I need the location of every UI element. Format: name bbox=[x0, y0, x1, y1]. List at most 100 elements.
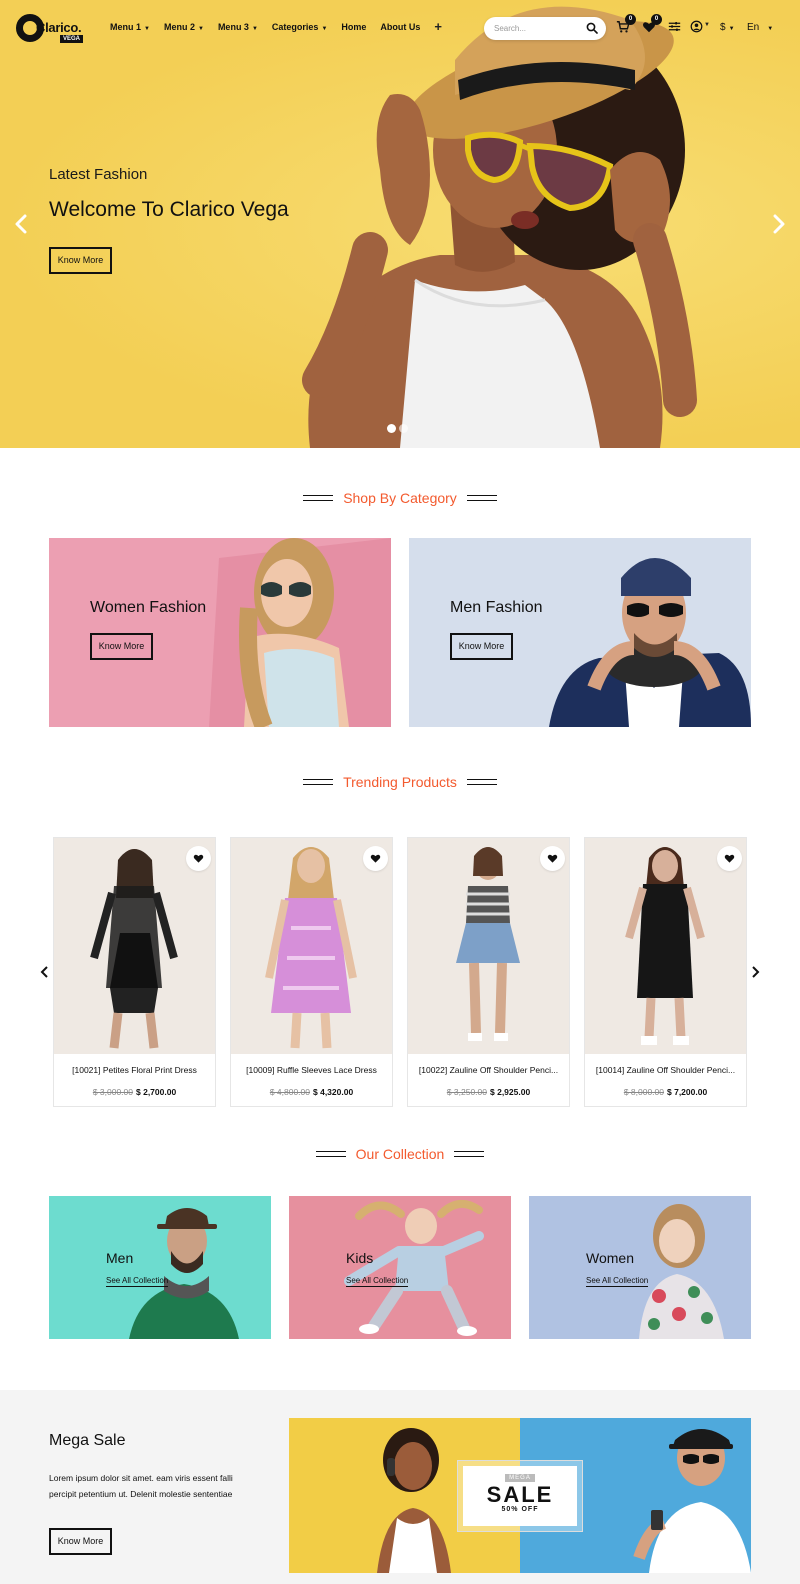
nav-menu-2[interactable]: Menu 2 ▼ bbox=[164, 22, 204, 32]
sale-price: $ 4,320.00 bbox=[313, 1087, 354, 1097]
collection-card-kids[interactable]: Kids See All Collection bbox=[289, 1196, 511, 1339]
sale-badge-inner: MEGA SALE 50% OFF bbox=[463, 1466, 577, 1526]
chevron-down-icon: ▼ bbox=[704, 22, 710, 28]
search-icon[interactable] bbox=[586, 22, 598, 34]
product-image[interactable] bbox=[408, 838, 569, 1054]
hero-prev-arrow-icon[interactable] bbox=[14, 214, 28, 234]
search-input[interactable] bbox=[494, 21, 582, 36]
category-women-label: Women Fashion bbox=[90, 599, 207, 616]
product-card[interactable]: [10014] Zauline Off Shoulder Penci... $ … bbox=[584, 837, 747, 1107]
products-next-arrow-icon[interactable] bbox=[750, 965, 760, 979]
nav-menu-1-label: Menu 1 bbox=[110, 22, 142, 32]
wishlist-button[interactable] bbox=[717, 846, 742, 871]
nav-plus-icon[interactable]: + bbox=[434, 20, 442, 33]
product-price: $ 8,000.00 $ 7,200.00 bbox=[585, 1087, 746, 1097]
product-image[interactable] bbox=[54, 838, 215, 1054]
our-collection-title: Our Collection bbox=[355, 1146, 445, 1162]
brand-logo[interactable]: Clarico. VEGA bbox=[16, 13, 86, 45]
chevron-down-icon: ▼ bbox=[197, 26, 204, 32]
product-image[interactable] bbox=[585, 838, 746, 1054]
old-price: $ 3,250.00 bbox=[446, 1087, 487, 1097]
hero-model-image bbox=[302, 6, 697, 448]
hero-subtitle: Latest Fashion bbox=[49, 166, 148, 183]
our-collection-heading: Our Collection bbox=[0, 1146, 800, 1162]
product-card[interactable]: [10009] Ruffle Sleeves Lace Dress $ 4,80… bbox=[230, 837, 393, 1107]
women-know-more-button[interactable]: Know More bbox=[90, 633, 153, 660]
logo-text: Clarico. bbox=[36, 20, 82, 35]
mega-sale-know-more-button[interactable]: Know More bbox=[49, 1528, 112, 1555]
collection-women-link[interactable]: See All Collection bbox=[586, 1276, 649, 1287]
product-name[interactable]: [10022] Zauline Off Shoulder Penci... bbox=[408, 1065, 569, 1075]
nav-menu-3[interactable]: Menu 3 ▼ bbox=[218, 22, 258, 32]
wishlist-button[interactable]: 0 bbox=[642, 14, 662, 36]
sale-tag: MEGA bbox=[505, 1474, 535, 1482]
decor-lines bbox=[315, 1151, 346, 1158]
hero-know-more-button[interactable]: Know More bbox=[49, 247, 112, 274]
currency-value: $ bbox=[720, 22, 726, 33]
product-card[interactable]: [10022] Zauline Off Shoulder Penci... $ … bbox=[407, 837, 570, 1107]
cart-button[interactable]: 0 bbox=[616, 14, 636, 36]
chevron-down-icon: ▼ bbox=[767, 26, 774, 32]
sliders-icon bbox=[668, 22, 681, 31]
hero-dot-1[interactable] bbox=[387, 424, 396, 433]
sale-price: $ 7,200.00 bbox=[667, 1087, 708, 1097]
collection-card-men[interactable]: Men See All Collection bbox=[49, 1196, 271, 1339]
product-name[interactable]: [10009] Ruffle Sleeves Lace Dress bbox=[231, 1065, 392, 1075]
currency-selector[interactable]: $ ▼ bbox=[720, 22, 735, 33]
language-value: En bbox=[747, 22, 760, 33]
product-card[interactable]: [10021] Petites Floral Print Dress $ 3,0… bbox=[53, 837, 216, 1107]
collection-kids-link[interactable]: See All Collection bbox=[346, 1276, 409, 1287]
product-price: $ 3,000.00 $ 2,700.00 bbox=[54, 1087, 215, 1097]
sale-discount: 50% OFF bbox=[501, 1506, 539, 1513]
nav-menu-3-label: Menu 3 bbox=[217, 22, 249, 32]
nav-home[interactable]: Home bbox=[341, 22, 366, 32]
product-model-image bbox=[231, 838, 392, 1054]
decor-lines bbox=[466, 779, 497, 786]
product-image[interactable] bbox=[231, 838, 392, 1054]
user-circle-icon bbox=[690, 20, 703, 33]
decor-lines bbox=[466, 495, 497, 502]
nav-menu-1[interactable]: Menu 1 ▼ bbox=[110, 22, 150, 32]
search-box bbox=[484, 17, 606, 40]
wishlist-button[interactable] bbox=[540, 846, 565, 871]
trending-products-title: Trending Products bbox=[343, 774, 457, 790]
chevron-down-icon: ▼ bbox=[144, 26, 150, 32]
chevron-down-icon: ▼ bbox=[251, 26, 258, 32]
old-price: $ 8,000.00 bbox=[623, 1087, 664, 1097]
sale-word: SALE bbox=[486, 1482, 554, 1507]
product-model-image bbox=[408, 838, 569, 1054]
hero-dot-2[interactable] bbox=[399, 424, 408, 433]
wishlist-button[interactable] bbox=[186, 846, 211, 871]
hero-slide-dots bbox=[387, 424, 408, 433]
collection-men-image bbox=[49, 1196, 271, 1339]
account-button[interactable]: ▼ bbox=[690, 20, 714, 36]
category-card-men[interactable]: Men Fashion Know More bbox=[409, 538, 751, 727]
collection-women-image bbox=[529, 1196, 751, 1339]
collection-card-women[interactable]: Women See All Collection bbox=[529, 1196, 751, 1339]
wishlist-count-badge: 0 bbox=[651, 14, 662, 25]
nav-categories[interactable]: Categories ▼ bbox=[272, 22, 327, 32]
sale-price: $ 2,700.00 bbox=[136, 1087, 177, 1097]
category-card-women[interactable]: Women Fashion Know More bbox=[49, 538, 391, 727]
heart-icon bbox=[547, 854, 558, 863]
product-name[interactable]: [10014] Zauline Off Shoulder Penci... bbox=[585, 1065, 746, 1075]
language-selector[interactable]: En ▼ bbox=[747, 22, 773, 33]
products-prev-arrow-icon[interactable] bbox=[40, 965, 50, 979]
collection-men-label: Men bbox=[106, 1250, 134, 1266]
hero-next-arrow-icon[interactable] bbox=[772, 214, 786, 234]
men-know-more-button[interactable]: Know More bbox=[450, 633, 513, 660]
logo-tag: VEGA bbox=[60, 35, 84, 43]
product-model-image bbox=[585, 838, 746, 1054]
collection-kids-image bbox=[289, 1196, 511, 1339]
cart-count-badge: 0 bbox=[625, 14, 636, 25]
nav-categories-label: Categories bbox=[271, 22, 319, 32]
hero-title: Welcome To Clarico Vega bbox=[49, 198, 289, 221]
wishlist-button[interactable] bbox=[363, 846, 388, 871]
compare-button[interactable] bbox=[668, 20, 684, 36]
old-price: $ 4,800.00 bbox=[269, 1087, 310, 1097]
product-name[interactable]: [10021] Petites Floral Print Dress bbox=[54, 1065, 215, 1075]
collection-men-link[interactable]: See All Collection bbox=[106, 1276, 169, 1287]
nav-about-us[interactable]: About Us bbox=[380, 22, 420, 32]
shop-by-category-title: Shop By Category bbox=[343, 490, 457, 506]
mega-sale-banner[interactable]: MEGA SALE 50% OFF bbox=[289, 1418, 751, 1573]
